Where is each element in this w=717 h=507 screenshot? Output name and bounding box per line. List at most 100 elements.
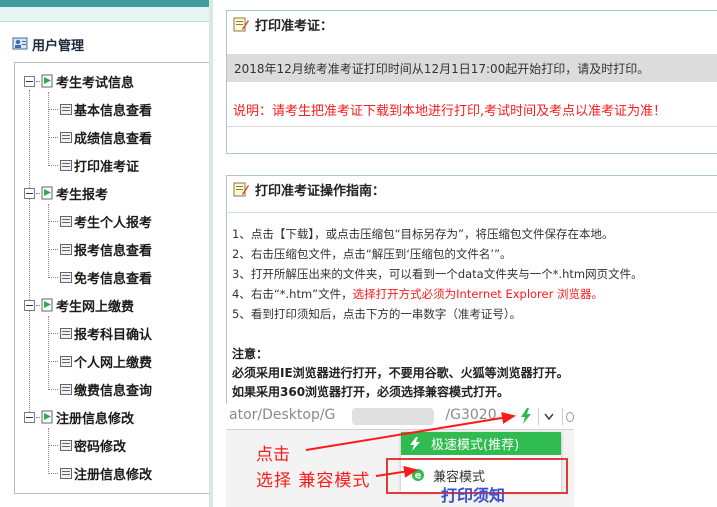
list-icon	[60, 327, 72, 339]
sidebar-item-change-password[interactable]: 密码修改	[49, 436, 127, 455]
tree-dash	[49, 276, 58, 278]
sidebar-item-score-info[interactable]: 成绩信息查看	[49, 128, 153, 147]
tree-dash	[49, 248, 58, 250]
note-title: 注意：	[232, 347, 269, 361]
sidebar-item-label: 成绩信息查看	[74, 131, 153, 147]
tree-group-registration[interactable]: 考生报考	[24, 183, 108, 203]
list-icon	[60, 215, 72, 227]
step-item: 4、右击“*.htm”文件，选择打开方式必须为Internet Explorer…	[232, 284, 643, 304]
sidebar-item-personal-payment[interactable]: 个人网上缴费	[49, 352, 153, 371]
print-ticket-panel: 打印准考证： 2018年12月统考准考证打印时间从12月1日17:00起开始打印…	[226, 10, 717, 154]
sidebar-item-edit-registration[interactable]: 注册信息修改	[49, 464, 153, 483]
sidebar-item-label: 个人网上缴费	[74, 355, 153, 371]
blank-area	[574, 404, 717, 507]
warning-text: 说明：请考生把准考证下载到本地进行打印,考试时间及考点以准考证为准！	[233, 104, 667, 119]
user-management-icon	[12, 37, 28, 50]
note-line: 必须采用IE浏览器进行打开，不要用谷歌、火狐等浏览器打开。	[232, 366, 569, 380]
folder-flag-icon	[41, 298, 53, 312]
print-time-notice: 2018年12月统考准考证打印时间从12月1日17:00起开始打印，请及时打印。	[227, 54, 717, 82]
folder-flag-icon	[41, 410, 53, 424]
sidebar-item-basic-info[interactable]: 基本信息查看	[49, 100, 153, 119]
note-line: 如果采用360浏览器打开，必须选择兼容模式打开。	[232, 385, 510, 399]
step-text: 3、打开所解压出来的文件夹，可以看到一个data文件夹与一个*.htm网页文件。	[232, 267, 643, 281]
list-icon	[60, 271, 72, 283]
sidebar-item-personal-register[interactable]: 考生个人报考	[49, 212, 152, 231]
divider	[227, 126, 717, 127]
tree-dash	[49, 472, 58, 474]
guide-panel: 打印准考证操作指南： 1、点击【下载】，或点击压缩包“目标另存为”，将压缩包文件…	[226, 175, 717, 406]
step-text: 2、右击压缩包文件，点击“解压到‘压缩包的文件名’”。	[232, 247, 512, 261]
list-icon	[60, 103, 72, 115]
sidebar-item-subject-confirm[interactable]: 报考科目确认	[49, 324, 153, 343]
divider	[227, 212, 717, 213]
tree-dash	[36, 416, 40, 418]
folder-flag-icon	[41, 74, 53, 88]
panel-title: 打印准考证：	[255, 18, 334, 34]
step-item: 1、点击【下载】，或点击压缩包“目标另存为”，将压缩包文件保存在本地。	[232, 224, 643, 244]
panel-header: 打印准考证：	[227, 11, 717, 37]
edit-note-icon	[233, 182, 249, 197]
tree-group-exam-info[interactable]: 考生考试信息	[24, 71, 134, 91]
list-icon	[60, 355, 72, 367]
sidebar-item-label: 报考信息查看	[74, 243, 153, 259]
sidebar-header: 用户管理	[12, 33, 84, 55]
tree-group-label: 注册信息修改	[56, 411, 135, 427]
sidebar-item-label: 免考信息查看	[74, 271, 153, 287]
arrow-to-lightning	[305, 412, 516, 451]
sidebar-item-register-info[interactable]: 报考信息查看	[49, 240, 153, 259]
attention-note: 注意： 必须采用IE浏览器进行打开，不要用谷歌、火狐等浏览器打开。 如果采用36…	[232, 345, 569, 402]
list-icon	[60, 131, 72, 143]
step-text: 1、点击【下载】，或点击压缩包“目标另存为”，将压缩包文件保存在本地。	[232, 227, 614, 241]
tree-dash	[36, 192, 40, 194]
annotation-arrows	[305, 412, 516, 478]
step-item: 3、打开所解压出来的文件夹，可以看到一个data文件夹与一个*.htm网页文件。	[232, 264, 643, 284]
tree-group-online-payment[interactable]: 考生网上缴费	[24, 295, 134, 315]
folder-flag-icon	[41, 186, 53, 200]
tree-group-label: 考生考试信息	[56, 75, 135, 91]
sidebar-item-exemption-info[interactable]: 免考信息查看	[49, 268, 153, 287]
step-highlight: 选择打开方式必须为Internet Explorer 浏览器。	[352, 287, 603, 301]
tree-group-account-edit[interactable]: 注册信息修改	[24, 407, 134, 427]
edit-note-icon	[233, 17, 249, 32]
tree-dash	[49, 444, 58, 446]
tree-dash	[49, 136, 58, 138]
arrow-to-compat	[375, 465, 418, 478]
sidebar: 用户管理 考生考试信息 基本信息查看 成绩信息查看 打印准考证 考生报考 考生个…	[0, 0, 213, 507]
collapse-icon[interactable]	[24, 411, 35, 423]
collapse-icon[interactable]	[24, 187, 35, 199]
notice-text: 2018年12月统考准考证打印时间从12月1日17:00起开始打印，请及时打印。	[234, 61, 650, 76]
tree-dash	[36, 80, 40, 82]
step-item: 5、看到打印须知后，点击下方的一串数字（准考证号）。	[232, 304, 643, 324]
sidebar-item-label: 打印准考证	[74, 159, 140, 175]
step-text: 4、右击“*.htm”文件，	[232, 287, 353, 301]
list-icon	[60, 467, 72, 479]
sidebar-top-strip	[0, 7, 213, 22]
tree-dash	[49, 220, 58, 222]
sidebar-top-bar	[0, 0, 213, 7]
tree-dash	[49, 388, 58, 390]
sidebar-item-label: 报考科目确认	[74, 327, 153, 343]
collapse-icon[interactable]	[24, 75, 35, 87]
sidebar-item-payment-query[interactable]: 缴费信息查询	[49, 380, 153, 399]
tree-group-label: 考生报考	[56, 187, 109, 203]
sidebar-item-label: 密码修改	[74, 439, 127, 455]
step-item: 2、右击压缩包文件，点击“解压到‘压缩包的文件名’”。	[232, 244, 643, 264]
collapse-icon[interactable]	[24, 299, 35, 311]
tree-dash	[49, 332, 58, 334]
sidebar-scrollbar[interactable]	[209, 0, 213, 507]
tree-dash	[36, 304, 40, 306]
sidebar-title: 用户管理	[32, 38, 85, 54]
step-text: 5、看到打印须知后，点击下方的一串数字（准考证号）。	[232, 307, 522, 321]
panel-header: 打印准考证操作指南：	[227, 176, 717, 202]
list-icon	[60, 383, 72, 395]
list-icon	[60, 439, 72, 451]
tree-root-connector	[29, 90, 30, 418]
sidebar-item-print-ticket[interactable]: 打印准考证	[49, 156, 140, 175]
list-icon	[60, 159, 72, 171]
sidebar-item-label: 注册信息修改	[74, 467, 153, 483]
sidebar-item-label: 基本信息查看	[74, 103, 153, 119]
tree-dash	[49, 360, 58, 362]
sidebar-item-label: 缴费信息查询	[74, 383, 153, 399]
tree-group-label: 考生网上缴费	[56, 299, 135, 315]
panel-title: 打印准考证操作指南：	[255, 183, 386, 199]
